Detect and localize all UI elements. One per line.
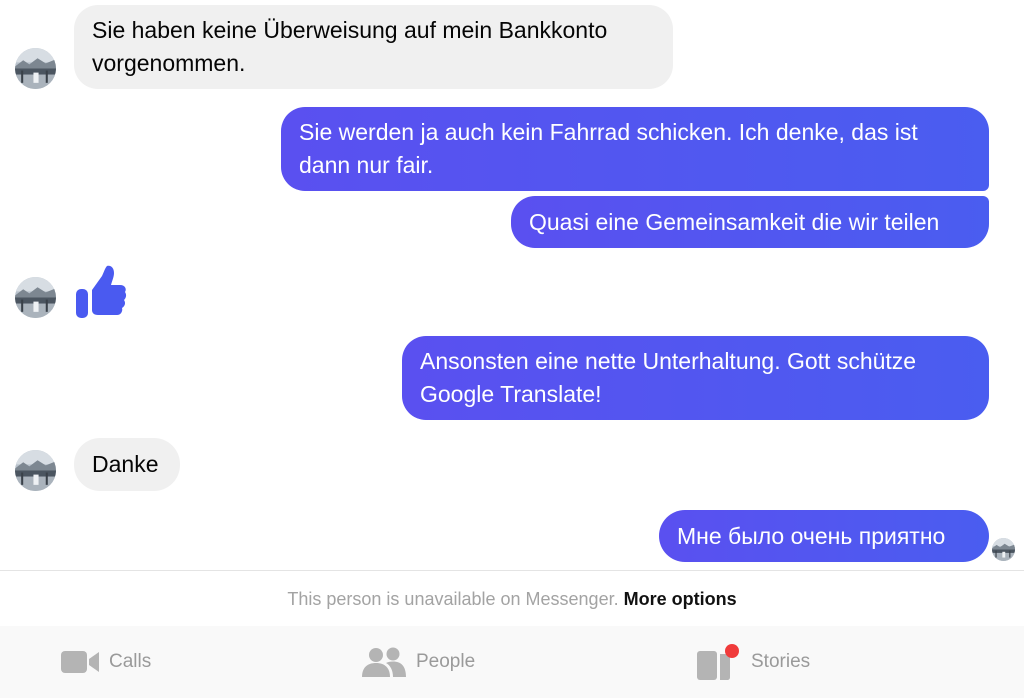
contact-avatar-image xyxy=(15,48,56,89)
read-receipt-avatar-image xyxy=(992,538,1015,561)
read-receipt-avatar xyxy=(992,538,1015,561)
message-bubble-outgoing[interactable]: Quasi eine Gemeinsamkeit die wir teilen xyxy=(511,196,989,248)
thumbs-up-icon[interactable] xyxy=(74,264,128,320)
message-bubble-incoming[interactable]: Danke xyxy=(74,438,180,491)
people-icon xyxy=(362,647,406,677)
contact-avatar[interactable] xyxy=(15,450,56,491)
message-bubble-outgoing[interactable]: Sie werden ja auch kein Fahrrad schicken… xyxy=(281,107,989,191)
tab-stories-label: Stories xyxy=(751,651,811,672)
tab-people-label: People xyxy=(416,651,476,672)
contact-avatar[interactable] xyxy=(15,277,56,318)
contact-avatar[interactable] xyxy=(15,48,56,89)
contact-avatar-image xyxy=(15,277,56,318)
stories-badge xyxy=(725,644,739,658)
tab-calls-label: Calls xyxy=(109,651,152,672)
tab-calls[interactable]: Calls xyxy=(61,626,151,698)
message-bubble-outgoing[interactable]: Мне было очень приятно xyxy=(659,510,989,562)
tab-stories[interactable]: Stories xyxy=(697,626,810,698)
message-bubble-outgoing[interactable]: Ansonsten eine nette Unterhaltung. Gott … xyxy=(402,336,989,420)
tab-people[interactable]: People xyxy=(362,626,475,698)
conversation-thread: Sie haben keine Überweisung auf mein Ban… xyxy=(0,0,1024,570)
video-camera-icon xyxy=(61,651,99,673)
unavailable-text: This person is unavailable on Messenger. xyxy=(287,589,619,609)
stories-icon xyxy=(697,644,739,680)
contact-avatar-image xyxy=(15,450,56,491)
unavailable-notice: This person is unavailable on Messenger.… xyxy=(0,570,1024,626)
more-options-link[interactable]: More options xyxy=(624,589,737,609)
message-bubble-incoming[interactable]: Sie haben keine Überweisung auf mein Ban… xyxy=(74,5,673,89)
bottom-tab-bar: Calls People Stories xyxy=(0,626,1024,698)
